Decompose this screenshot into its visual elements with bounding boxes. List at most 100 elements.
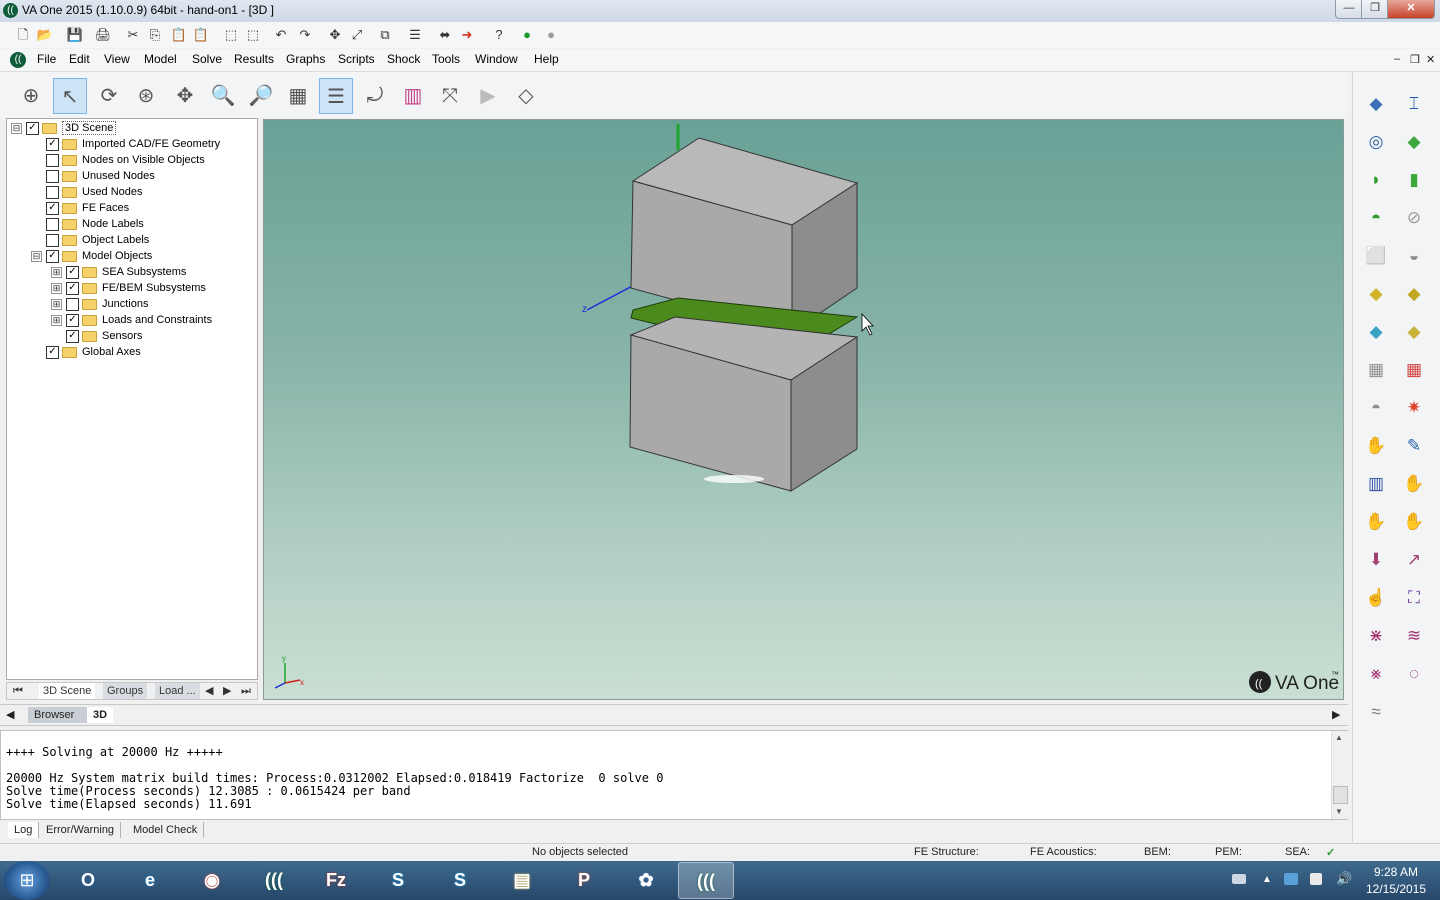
tree-expander-icon[interactable]: ⊞ <box>51 298 62 310</box>
point-junction-icon[interactable]: ✎ <box>1401 433 1427 459</box>
scroll-thumb[interactable] <box>1333 786 1348 804</box>
tree-label[interactable]: FE Faces <box>82 202 129 214</box>
start-button[interactable]: ⊞ <box>4 861 50 900</box>
close-button[interactable]: ✕ <box>1387 0 1435 19</box>
menu-graphs[interactable]: Graphs <box>286 52 325 66</box>
zoom-in-icon[interactable]: 🔍 <box>206 78 240 114</box>
tab-error-warning[interactable]: Error/Warning <box>40 822 122 838</box>
swap-icon[interactable]: ⬌ <box>436 26 454 44</box>
cascade-icon[interactable]: ⧉ <box>376 26 394 44</box>
fit-view-icon[interactable]: ⤧ <box>433 78 467 114</box>
tree-label[interactable]: Junctions <box>102 298 148 310</box>
grey-go-icon[interactable]: ● <box>542 26 560 44</box>
red-mesh-icon[interactable]: ▦ <box>1401 357 1427 383</box>
force-down-icon[interactable]: ⬇ <box>1363 547 1389 573</box>
hand-cursor-icon[interactable]: ☝ <box>1363 585 1389 611</box>
explorer-icon[interactable]: ▤ <box>494 862 550 899</box>
fe-mesh-icon[interactable]: ▦ <box>1363 357 1389 383</box>
tree-label[interactable]: Used Nodes <box>82 186 143 198</box>
filezilla-icon[interactable]: Fz <box>308 862 364 899</box>
tree-checkbox[interactable] <box>46 217 59 231</box>
menu-shock[interactable]: Shock <box>387 52 420 66</box>
hand-area-icon[interactable]: ✋ <box>1401 509 1427 535</box>
tree-row[interactable]: ⊟ ✓ Model Objects <box>31 248 152 264</box>
tree-expander-icon[interactable]: ⊟ <box>31 250 42 262</box>
dome-icon[interactable]: ◓ <box>1363 205 1389 231</box>
powerpoint-icon[interactable]: P <box>556 862 612 899</box>
tree-label[interactable]: Model Objects <box>82 250 152 262</box>
tree-row[interactable]: Used Nodes <box>31 184 143 200</box>
tree-checkbox[interactable]: ✓ <box>46 345 59 359</box>
tree-label[interactable]: Object Labels <box>82 234 149 246</box>
tree-label[interactable]: 3D Scene <box>62 121 117 135</box>
log-scrollbar[interactable]: ▲ ▼ <box>1331 731 1348 819</box>
tree-expander-icon[interactable]: ⊞ <box>51 266 62 278</box>
columns-icon[interactable]: ▥ <box>1363 471 1389 497</box>
tree-next-button[interactable]: ▶ <box>219 683 235 699</box>
tree-checkbox[interactable]: ✓ <box>66 329 79 343</box>
menu-solve[interactable]: Solve <box>192 52 222 66</box>
cut-icon[interactable]: ✂ <box>124 26 142 44</box>
list-icon[interactable]: ☰ <box>406 26 424 44</box>
cyan-panel-icon[interactable]: ◆ <box>1363 319 1389 345</box>
tree-label[interactable]: Imported CAD/FE Geometry <box>82 138 220 150</box>
tree-checkbox[interactable]: ✓ <box>46 201 59 215</box>
tree-label[interactable]: SEA Subsystems <box>102 266 186 278</box>
redo-icon[interactable]: ↷ <box>296 26 314 44</box>
3d-viewport[interactable]: z y x (( VA One ™ <box>263 119 1344 700</box>
point-source-icon[interactable]: ◆ <box>1363 91 1389 117</box>
tree-row[interactable]: Nodes on Visible Objects <box>31 152 205 168</box>
tree-checkbox[interactable]: ✓ <box>66 265 79 279</box>
forward-icon[interactable]: ➜ <box>458 26 476 44</box>
tree-row[interactable]: Object Labels <box>31 232 149 248</box>
tree-last-button[interactable]: ⏭ <box>237 683 255 699</box>
tab-3d-scene[interactable]: 3D Scene <box>39 683 96 699</box>
clock-date[interactable]: 12/15/2015 <box>1356 882 1436 896</box>
beam-icon[interactable]: ⌶ <box>1401 91 1427 117</box>
tree-row[interactable]: Unused Nodes <box>31 168 155 184</box>
tree-expander-icon[interactable]: ⊟ <box>11 122 22 134</box>
menu-view[interactable]: View <box>104 52 130 66</box>
ungroup-icon[interactable]: ⬚ <box>244 26 262 44</box>
diffuse-field-icon[interactable]: ⋇ <box>1363 623 1389 649</box>
pipe-icon[interactable]: ⊘ <box>1401 205 1427 231</box>
clock-time[interactable]: 9:28 AM <box>1356 865 1436 879</box>
panel-stack-icon[interactable]: ◆ <box>1401 319 1427 345</box>
vaone-taskbar-icon[interactable]: ((( <box>246 862 302 899</box>
print-icon[interactable]: 🖨 <box>94 26 112 44</box>
menu-help[interactable]: Help <box>534 52 559 66</box>
menu-scripts[interactable]: Scripts <box>338 52 375 66</box>
hand-connect-icon[interactable]: ✋ <box>1363 433 1389 459</box>
scroll-up-button[interactable]: ▲ <box>1335 733 1343 742</box>
tree-prev-button[interactable]: ◀ <box>201 683 217 699</box>
tree-checkbox[interactable] <box>66 297 79 311</box>
tree-row[interactable]: ✓ Global Axes <box>31 344 141 360</box>
tree-row[interactable]: ✓ FE Faces <box>31 200 129 216</box>
tree-row[interactable]: ⊞ ✓ FE/BEM Subsystems <box>51 280 206 296</box>
tree-row[interactable]: ✓ Sensors <box>51 328 142 344</box>
vaone-active-icon[interactable]: ((( <box>678 862 734 899</box>
cylinder-icon[interactable]: ▮ <box>1401 167 1427 193</box>
scene-tree[interactable]: ⊟ ✓ 3D Scene ✓ Imported CAD/FE Geometry Nodes… <box>6 118 258 680</box>
tree-label[interactable]: Unused Nodes <box>82 170 155 182</box>
mdi-doc-icon[interactable]: (( <box>10 52 26 68</box>
menu-edit[interactable]: Edit <box>69 52 90 66</box>
tree-label[interactable]: Nodes on Visible Objects <box>82 154 205 166</box>
tab-load[interactable]: Load ... <box>155 683 200 699</box>
vaone-app-icon[interactable]: (( <box>3 3 18 18</box>
maximize-button[interactable]: ❐ <box>1361 0 1389 19</box>
browser-scroll-right[interactable]: ▶ <box>1326 707 1346 723</box>
tbl-icon[interactable]: ⨳ <box>1363 661 1389 687</box>
tree-row[interactable]: ⊞ ✓ SEA Subsystems <box>51 264 186 280</box>
power-icon[interactable]: ⛶ <box>1401 585 1427 611</box>
tab-log[interactable]: Log <box>8 822 40 838</box>
outlook-icon[interactable]: O <box>60 862 116 899</box>
hand-line-icon[interactable]: ✋ <box>1363 509 1389 535</box>
layers-icon[interactable]: ☰ <box>319 78 353 114</box>
ie-icon[interactable]: e <box>122 862 178 899</box>
chrome-icon[interactable]: ◉ <box>184 862 240 899</box>
axis-rotate-icon[interactable]: ⤾ <box>358 78 392 114</box>
yellow-panel-icon[interactable]: ◆ <box>1363 281 1389 307</box>
mdi-close-button[interactable]: ✕ <box>1426 53 1435 66</box>
tree-label[interactable]: Global Axes <box>82 346 141 358</box>
